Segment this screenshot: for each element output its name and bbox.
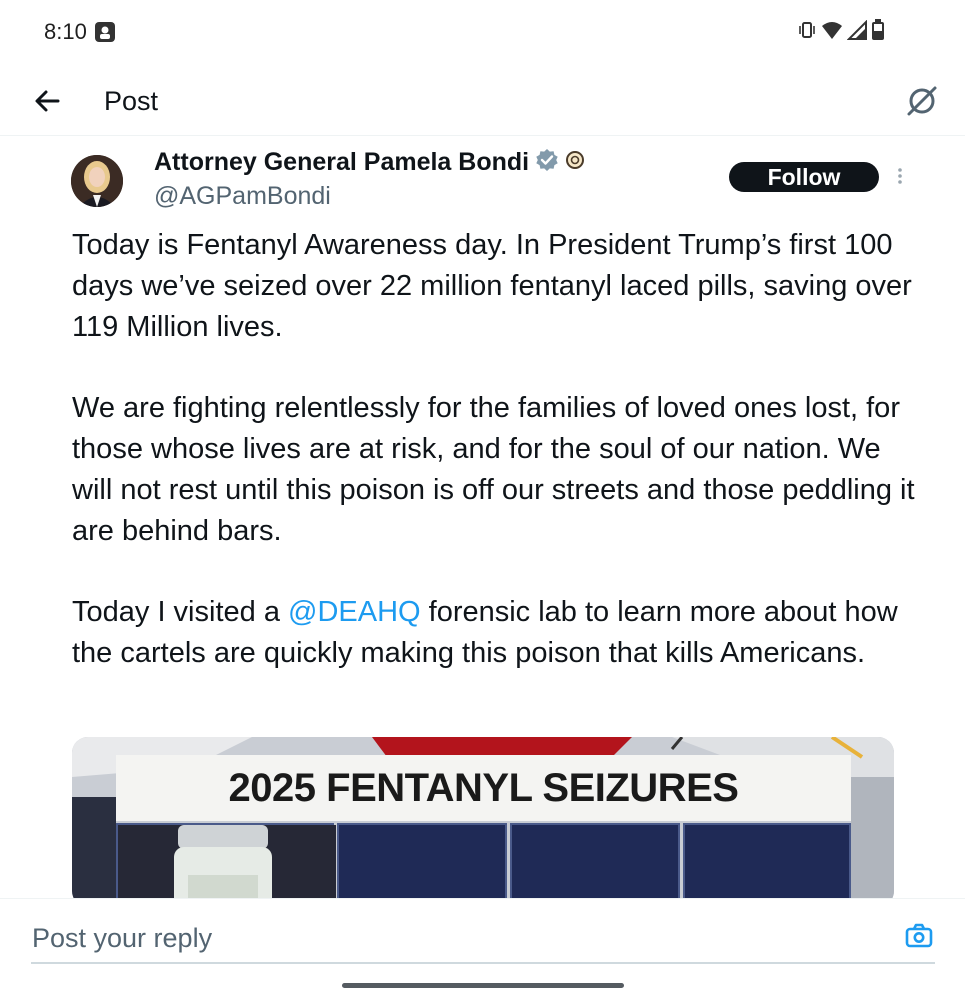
notification-icon [94,21,116,43]
top-nav: Post [0,66,965,136]
user-handle[interactable]: @AGPamBondi [154,182,331,211]
avatar[interactable] [71,155,123,207]
media-panel [337,823,507,907]
battery-icon [871,18,885,46]
post-author-row: Attorney General Pamela Bondi @AGPamBond… [0,140,965,220]
reply-bar [0,898,965,1000]
status-time: 8:10 [44,19,87,44]
mention-link[interactable]: @DEAHQ [288,596,421,628]
media-panel [510,823,680,907]
display-name[interactable]: Attorney General Pamela Bondi [154,148,529,177]
post-media[interactable]: 2025 FENTANYL SEIZURES [72,737,894,907]
follow-button[interactable]: Follow [729,162,879,192]
media-banner: 2025 FENTANYL SEIZURES [116,755,851,821]
vial-image [118,825,336,907]
government-seal-icon [565,150,585,175]
back-arrow-icon[interactable] [30,84,64,118]
media-panel [683,823,851,907]
post-paragraph: We are fighting relentlessly for the fam… [72,392,915,547]
camera-icon[interactable] [904,921,934,951]
vibrate-icon [797,20,817,45]
status-bar: 8:10 [0,0,965,64]
reply-underline [31,962,935,964]
more-options-icon[interactable] [890,162,910,192]
media-vial-panel [116,823,336,907]
wifi-icon [821,20,843,45]
signal-icon [846,19,867,45]
status-icons [797,18,885,46]
post-paragraph: Today is Fentanyl Awareness day. In Pres… [72,229,912,343]
page-title: Post [104,86,159,116]
post-text-segment: Today I visited a [72,596,288,629]
home-indicator[interactable] [342,983,624,988]
media-title: 2025 FENTANYL SEIZURES [228,765,739,810]
post-paragraph: Today I visited a @DEAHQ forensic lab to… [72,592,922,674]
grok-icon[interactable] [903,82,941,120]
verified-badge-icon [535,148,559,177]
display-name-line: Attorney General Pamela Bondi [154,148,585,177]
post-text: Today is Fentanyl Awareness day. In Pres… [72,225,922,674]
reply-input[interactable] [32,921,892,955]
